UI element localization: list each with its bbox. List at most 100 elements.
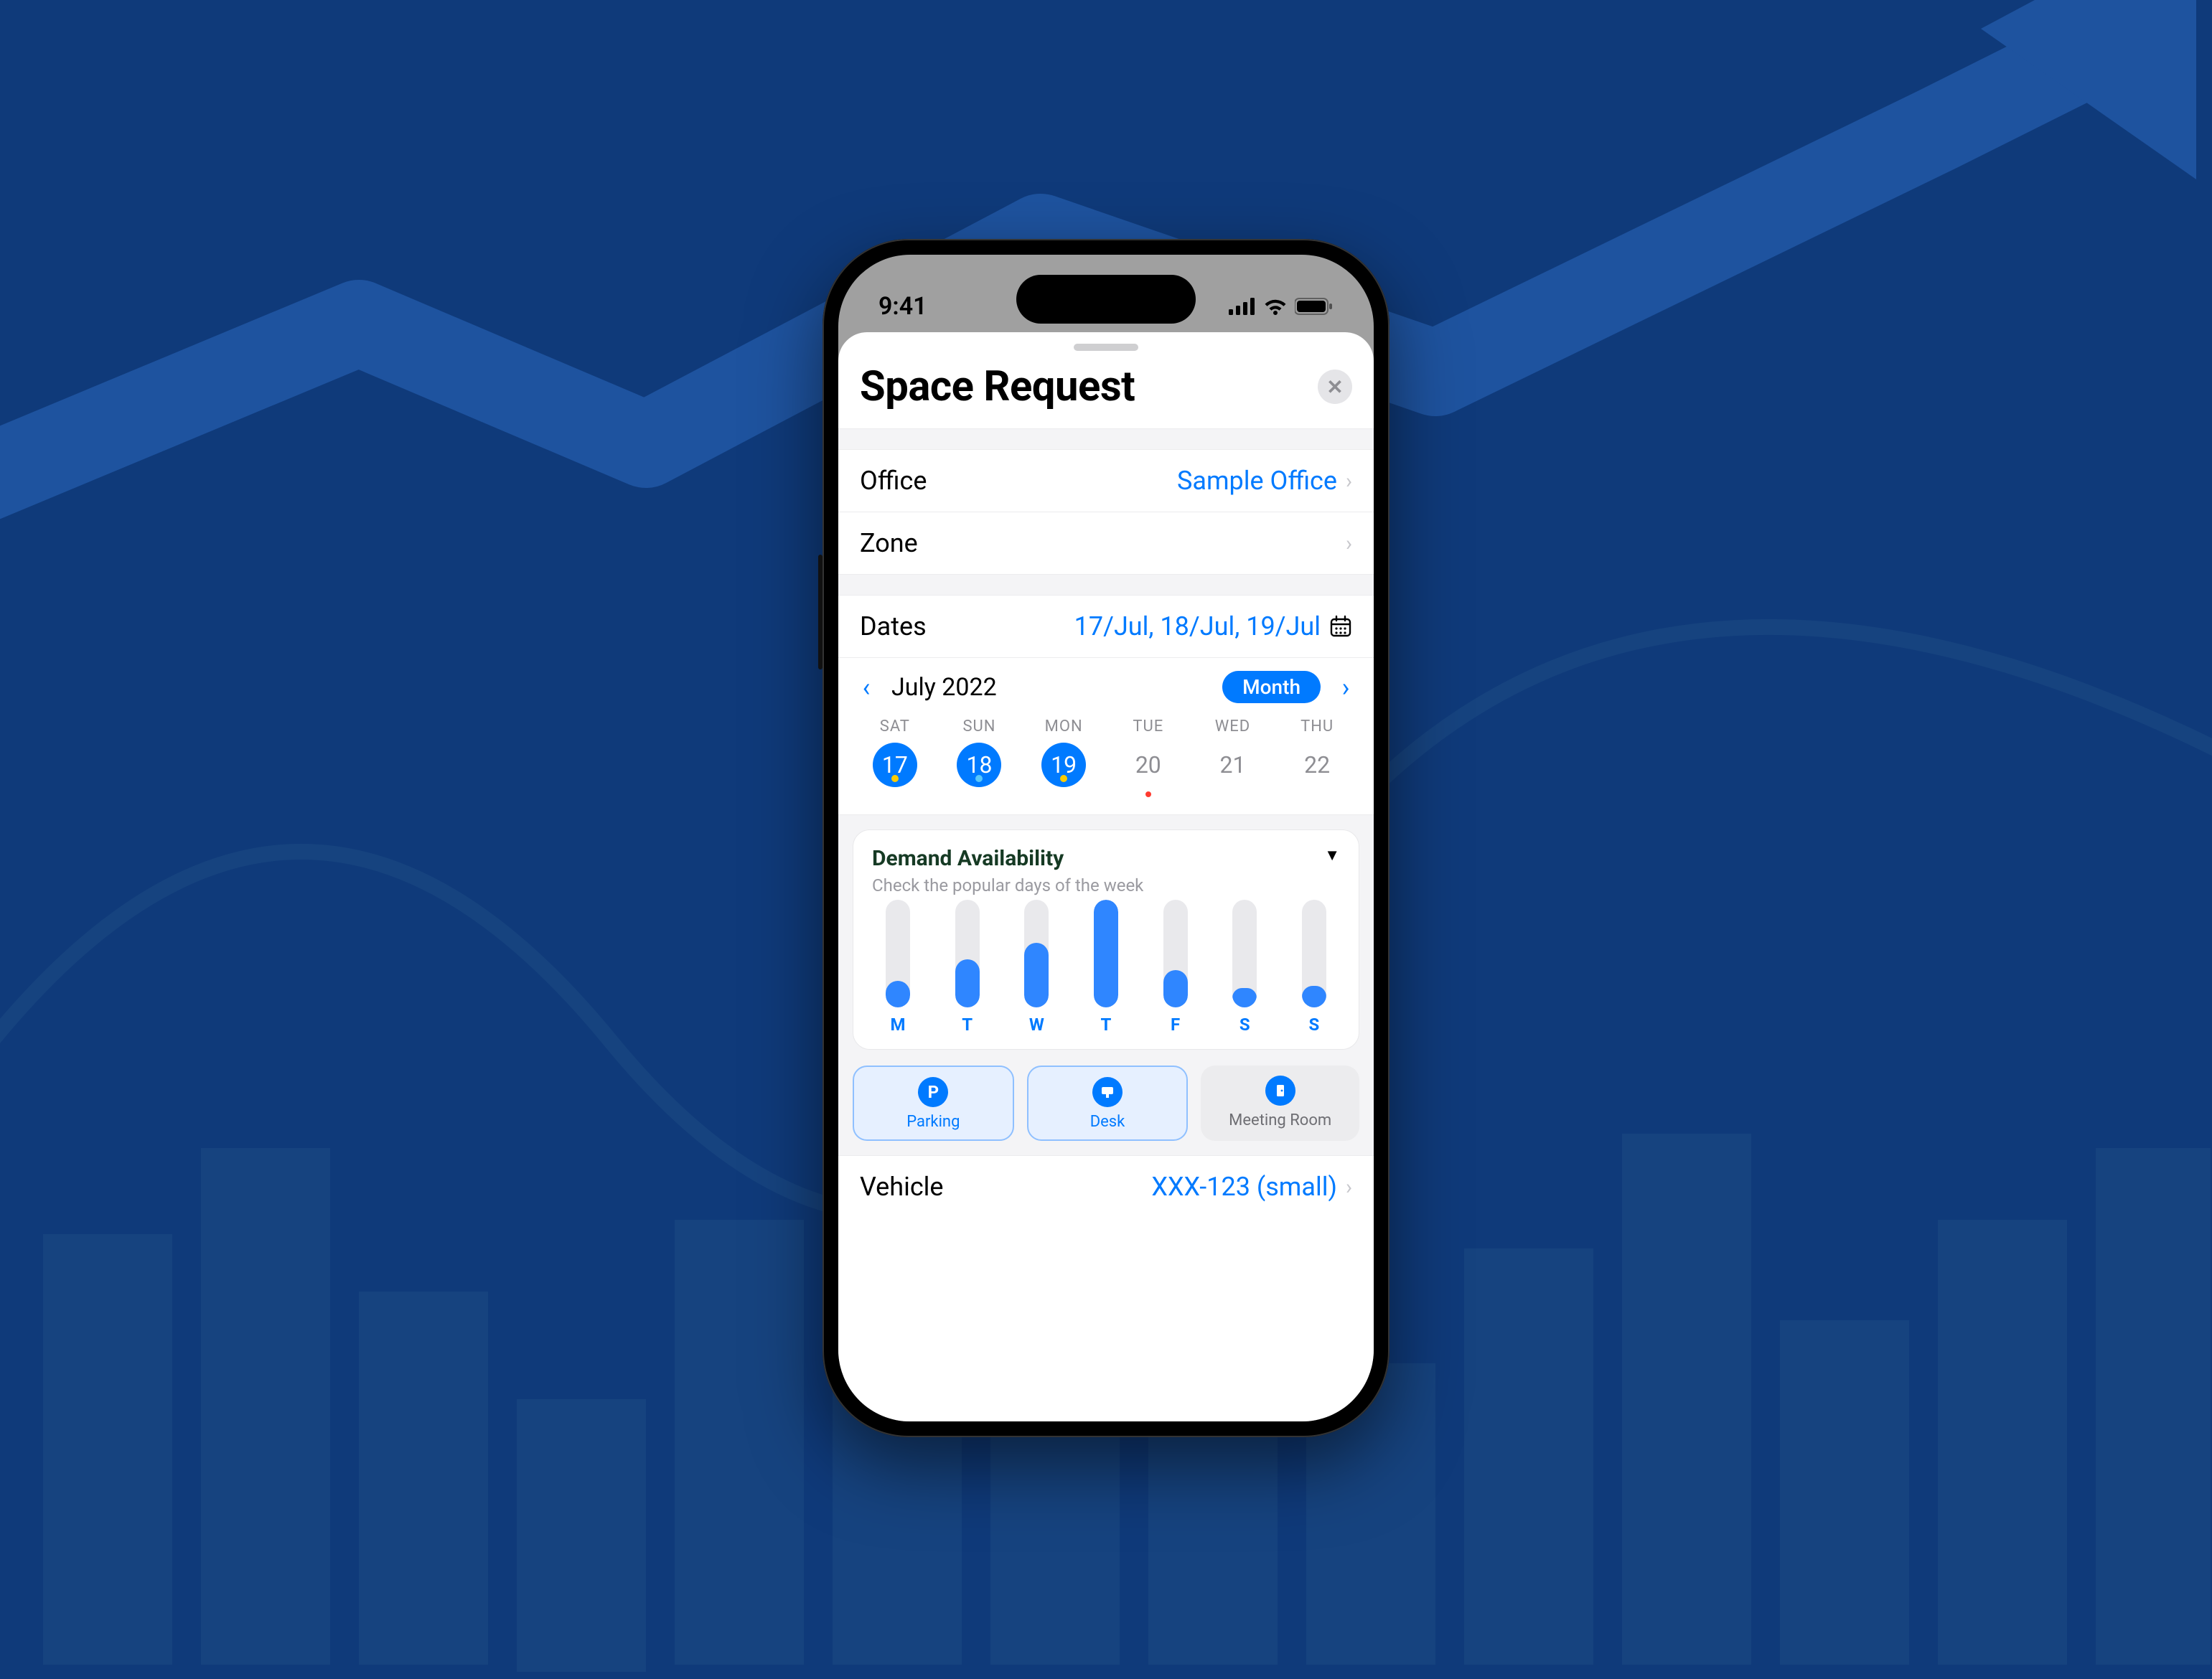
bar-label: T — [962, 1015, 973, 1035]
close-icon: ✕ — [1326, 375, 1343, 399]
bar-fill — [1024, 943, 1049, 1007]
bar-column: S — [1223, 900, 1266, 1035]
desk-icon — [1092, 1077, 1123, 1107]
bar-fill — [1094, 900, 1118, 1007]
day-column[interactable]: THU 22 — [1285, 718, 1349, 797]
vehicle-label: Vehicle — [860, 1172, 944, 1202]
demand-card-subtitle: Check the popular days of the week — [872, 875, 1143, 895]
bar-fill — [1163, 970, 1188, 1008]
triangle-down-icon: ▼ — [1324, 847, 1340, 865]
chevron-right-icon: › — [1346, 1175, 1352, 1200]
month-label: July 2022 — [891, 673, 997, 702]
bar-track — [1094, 900, 1118, 1007]
month-navigation: ‹ July 2022 Month › — [838, 658, 1374, 710]
bar-label: W — [1029, 1015, 1044, 1035]
month-view-pill[interactable]: Month — [1222, 671, 1321, 703]
week-strip: SAT 17 SUN 18 MON 19 TUE 20 WED 21 THU 22 — [838, 710, 1374, 814]
bar-column: F — [1154, 900, 1197, 1035]
next-month-button[interactable]: › — [1335, 672, 1356, 702]
office-value: Sample Office — [1177, 466, 1337, 496]
section-divider — [838, 428, 1374, 450]
day-column[interactable]: SUN 18 — [947, 718, 1011, 797]
day-of-week-label: SAT — [880, 718, 910, 735]
bar-column: T — [946, 900, 989, 1035]
day-number[interactable]: 22 — [1295, 743, 1339, 787]
bar-column: T — [1084, 900, 1128, 1035]
bar-fill — [1232, 988, 1257, 1007]
bar-label: S — [1309, 1015, 1320, 1035]
parking-type-label: Parking — [906, 1113, 960, 1131]
bar-label: F — [1171, 1015, 1180, 1035]
dynamic-island — [1016, 275, 1196, 324]
day-of-week-label: TUE — [1133, 718, 1163, 735]
dates-label: Dates — [860, 611, 927, 641]
sheet-grabber[interactable] — [1074, 344, 1138, 351]
day-of-week-label: SUN — [962, 718, 995, 735]
dates-row[interactable]: Dates 17/Jul, 18/Jul, 19/Jul — [838, 596, 1374, 658]
bar-track — [1302, 900, 1326, 1007]
vehicle-value: XXX-123 (small) — [1151, 1172, 1337, 1202]
desk-type-button[interactable]: Desk — [1027, 1066, 1189, 1141]
bar-track — [1232, 900, 1257, 1007]
section-divider — [838, 574, 1374, 596]
day-column[interactable]: TUE 20 — [1116, 718, 1181, 797]
wifi-icon — [1263, 298, 1288, 315]
day-of-week-label: THU — [1301, 718, 1334, 735]
day-column[interactable]: SAT 17 — [863, 718, 927, 797]
bar-column: S — [1293, 900, 1336, 1035]
demand-card-title: Demand Availability — [872, 846, 1143, 871]
day-of-week-label: MON — [1045, 718, 1083, 735]
space-type-row: P Parking Desk Meeting Room — [838, 1066, 1374, 1155]
dates-value: 17/Jul, 18/Jul, 19/Jul — [1074, 611, 1321, 641]
day-indicator-dot — [1060, 775, 1067, 782]
bar-track — [1024, 900, 1049, 1007]
battery-icon — [1295, 298, 1334, 315]
status-time: 9:41 — [878, 292, 927, 321]
chevron-right-icon: › — [1346, 469, 1352, 494]
office-label: Office — [860, 466, 927, 496]
bar-label: T — [1101, 1015, 1112, 1035]
desk-type-label: Desk — [1090, 1113, 1125, 1131]
bar-fill — [955, 959, 980, 1008]
bar-fill — [886, 981, 910, 1008]
calendar-icon — [1329, 615, 1352, 638]
modal-sheet: Space Request ✕ Office Sample Office › Z… — [838, 332, 1374, 1421]
card-collapse-toggle[interactable]: ▼ — [1324, 846, 1340, 865]
bar-track — [1163, 900, 1188, 1007]
close-button[interactable]: ✕ — [1318, 370, 1352, 404]
bar-column: M — [876, 900, 919, 1035]
parking-icon: P — [918, 1077, 948, 1107]
day-column[interactable]: WED 21 — [1200, 718, 1265, 797]
door-icon — [1265, 1076, 1295, 1106]
zone-row[interactable]: Zone › — [838, 512, 1374, 574]
sheet-title: Space Request — [860, 362, 1135, 411]
day-indicator-dot — [975, 775, 983, 782]
chevron-right-icon: › — [1346, 531, 1352, 556]
day-number[interactable]: 19 — [1041, 743, 1086, 787]
day-indicator-dot — [891, 775, 899, 782]
phone-frame: 9:41 Space Request ✕ — [823, 239, 1389, 1437]
bar-label: S — [1239, 1015, 1250, 1035]
day-number[interactable]: 18 — [957, 743, 1001, 787]
day-of-week-label: WED — [1215, 718, 1250, 735]
bar-column: W — [1015, 900, 1058, 1035]
meeting-room-type-label: Meeting Room — [1229, 1111, 1331, 1129]
bar-label: M — [890, 1015, 905, 1035]
bar-track — [886, 900, 910, 1007]
demand-bar-chart: MTWTFSS — [872, 913, 1340, 1035]
meeting-room-type-button[interactable]: Meeting Room — [1201, 1066, 1359, 1141]
cellular-signal-icon — [1229, 298, 1256, 315]
bar-fill — [1302, 986, 1326, 1007]
day-column[interactable]: MON 19 — [1031, 718, 1096, 797]
day-number[interactable]: 20 — [1126, 743, 1171, 787]
demand-availability-card: Demand Availability Check the popular da… — [853, 829, 1359, 1050]
bar-track — [955, 900, 980, 1007]
day-number[interactable]: 17 — [873, 743, 917, 787]
parking-type-button[interactable]: P Parking — [853, 1066, 1014, 1141]
day-number[interactable]: 21 — [1210, 743, 1255, 787]
office-row[interactable]: Office Sample Office › — [838, 450, 1374, 512]
vehicle-row[interactable]: Vehicle XXX-123 (small) › — [838, 1155, 1374, 1218]
prev-month-button[interactable]: ‹ — [856, 672, 877, 702]
zone-label: Zone — [860, 528, 918, 558]
day-indicator-dot — [1145, 791, 1151, 797]
